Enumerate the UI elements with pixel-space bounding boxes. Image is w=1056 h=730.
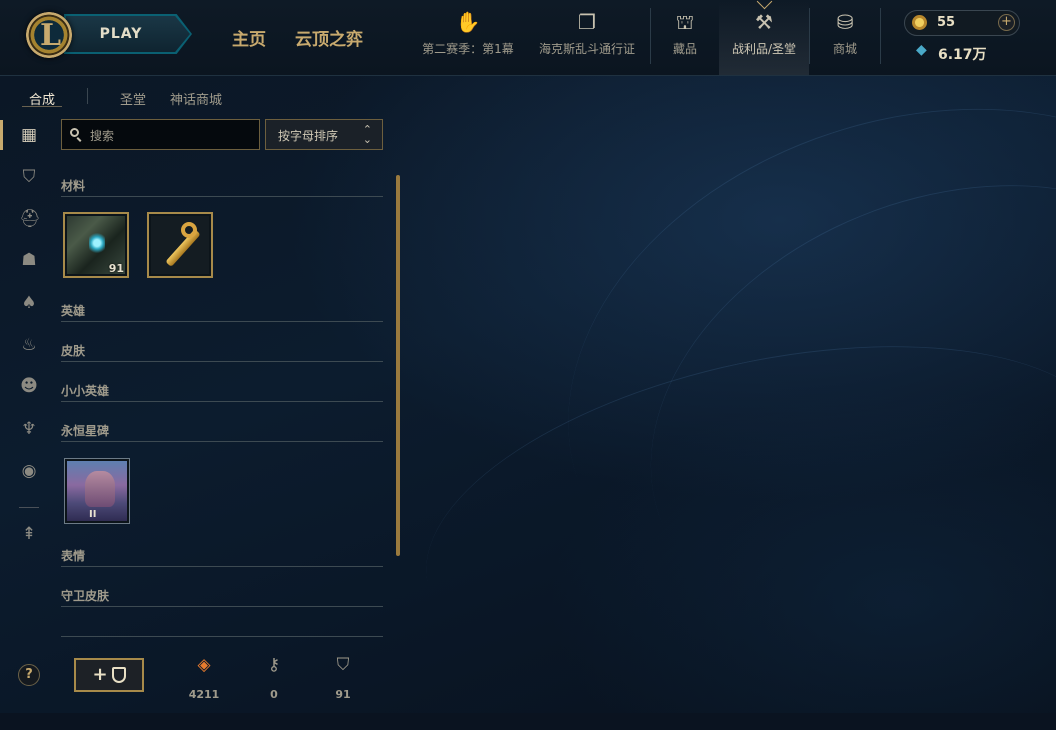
skin-mask-icon[interactable]: ☗ (19, 250, 39, 270)
nav-tft[interactable]: 云顶之弈 (295, 25, 363, 50)
section-materials[interactable]: 材料 (61, 177, 85, 194)
hextech-key-tile[interactable] (147, 212, 213, 278)
chest-filter-icon[interactable]: ⛉ (19, 167, 39, 187)
subtab-divider (87, 88, 88, 104)
bottom-divider (61, 636, 383, 637)
eternals-flame-icon[interactable]: ♨ (19, 335, 39, 355)
collection-icon: ⛫ (675, 10, 695, 34)
key-icon (151, 216, 209, 274)
store-icon: ⛁ (836, 10, 854, 34)
sort-select-label: 按字母排序 (278, 129, 339, 143)
nav-collection[interactable]: ⛫ 藏品 (660, 10, 710, 68)
season-icon: ✋ (455, 10, 481, 34)
nav-event-pass[interactable]: ❐ 海克斯乱斗通行证 (535, 10, 639, 68)
chest-shield-icon (111, 667, 126, 683)
rail-divider (19, 507, 39, 508)
tab-mythic-shop[interactable]: 神话商城 (170, 89, 222, 108)
misc-filter-icon[interactable]: ⇞ (19, 524, 39, 544)
hextech-chest-tile[interactable]: 91 (63, 212, 129, 278)
section-emotes[interactable]: 表情 (61, 547, 85, 564)
nav-event-pass-label: 海克斯乱斗通行证 (538, 42, 635, 56)
tab-craft-underline (22, 106, 62, 107)
nav-divider (809, 8, 810, 64)
search-field[interactable] (61, 119, 260, 150)
section-divider (61, 401, 383, 402)
section-skins[interactable]: 皮肤 (61, 342, 85, 359)
profile-icon[interactable]: ◉ (19, 461, 39, 481)
chest-count: 91 (108, 262, 124, 275)
blue-essence-icon: ◆ (916, 42, 927, 58)
rail-active-indicator (0, 120, 3, 150)
help-button[interactable]: ? (18, 664, 40, 686)
orange-essence-counter: ◈ 4211 (184, 654, 224, 701)
nav-season-label: 第二赛季：第1幕 (422, 42, 514, 56)
sort-select[interactable]: 按字母排序 ⌃ ⌄ (265, 119, 383, 150)
chevron-updown-icon: ⌃ ⌄ (362, 123, 372, 146)
blue-essence-value: 6.17万 (938, 47, 987, 63)
search-input[interactable] (88, 125, 257, 147)
champion-helmet-icon[interactable]: ⛑ (19, 209, 41, 229)
section-ward-skins[interactable]: 守卫皮肤 (61, 587, 109, 604)
section-divider (61, 606, 383, 607)
play-button-label[interactable]: PLAY (66, 16, 176, 52)
buy-rp-button[interactable]: + (998, 14, 1015, 31)
section-divider (61, 566, 383, 567)
chest-counter: ⛉ 91 (323, 654, 363, 701)
orange-essence-value: 4211 (188, 688, 220, 701)
grid-icon[interactable]: ▦ (19, 125, 39, 145)
nav-divider (650, 8, 651, 64)
section-divider (61, 361, 383, 362)
chest-small-icon: ⛉ (336, 655, 350, 675)
tier-badge: II (89, 509, 97, 520)
chest-value: 91 (335, 688, 351, 701)
rp-value: 55 (937, 15, 956, 30)
key-small-icon: ⚷ (267, 655, 281, 675)
loot-icon: ⚒ (755, 10, 773, 34)
section-divider (61, 321, 383, 322)
nav-store[interactable]: ⛁ 商城 (822, 10, 868, 68)
section-tacticians[interactable]: 小小英雄 (61, 382, 109, 399)
top-navigation-bar: PLAY L 主页 云顶之弈 ✋ 第二赛季：第1幕 ❐ 海克斯乱斗通行证 ⛫ 藏… (0, 0, 1056, 76)
search-icon (70, 128, 79, 137)
nav-store-label: 商城 (832, 42, 857, 56)
pass-icon: ❐ (578, 10, 596, 34)
rp-coin-icon (912, 15, 927, 30)
key-counter: ⚷ 0 (254, 654, 294, 701)
nav-home[interactable]: 主页 (232, 25, 266, 50)
craft-key-chest-button[interactable]: + (74, 658, 144, 692)
nav-season[interactable]: ✋ 第二赛季：第1幕 (418, 10, 518, 68)
eternal-item-image (67, 461, 127, 521)
loot-list-scrollbar[interactable] (396, 175, 400, 556)
ward-icon[interactable]: ♆ (19, 419, 39, 439)
nav-loot-label: 战利品/圣堂 (731, 42, 797, 56)
tactician-icon[interactable]: ♠ (19, 293, 39, 313)
section-divider (61, 441, 383, 442)
eternal-item-tile[interactable]: II (64, 458, 130, 524)
orange-essence-icon: ◈ (197, 655, 211, 675)
key-value: 0 (270, 688, 278, 701)
plus-icon: + (92, 664, 108, 685)
nav-divider (880, 8, 881, 64)
section-divider (61, 196, 383, 197)
emote-face-icon[interactable]: ☻ (19, 376, 39, 396)
nav-loot[interactable]: ⚒ 战利品/圣堂 (719, 0, 809, 75)
section-champions[interactable]: 英雄 (61, 302, 85, 319)
tab-sanctum[interactable]: 圣堂 (120, 89, 146, 108)
league-logo-icon[interactable]: L (26, 12, 72, 58)
section-eternals[interactable]: 永恒星碑 (61, 422, 109, 439)
nav-collection-label: 藏品 (672, 42, 697, 56)
